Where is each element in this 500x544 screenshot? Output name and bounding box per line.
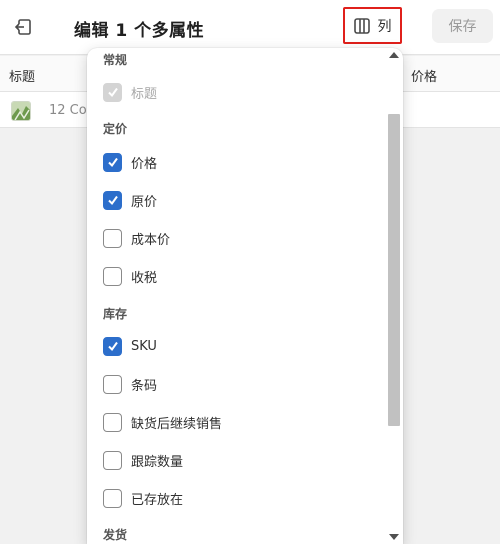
option-label: 标题 bbox=[131, 86, 158, 102]
section-shipping: 发货 bbox=[103, 528, 128, 542]
option-track-quantity[interactable]: 跟踪数量 bbox=[103, 448, 183, 472]
page-header: 编辑 1 个多属性 列 保存 bbox=[0, 0, 500, 55]
page-title: 编辑 1 个多属性 bbox=[74, 21, 205, 41]
option-label: 成本价 bbox=[131, 232, 171, 248]
scroll-up-arrow-icon[interactable] bbox=[389, 52, 399, 58]
checkbox-cost[interactable] bbox=[103, 228, 122, 248]
checkbox-price[interactable] bbox=[103, 152, 122, 172]
option-label: 原价 bbox=[131, 194, 158, 210]
column-header-price: 价格 bbox=[411, 70, 438, 85]
section-pricing: 定价 bbox=[103, 122, 128, 136]
option-compare-price[interactable]: 原价 bbox=[103, 188, 157, 212]
exit-icon bbox=[14, 19, 31, 35]
column-header-title: 标题 bbox=[9, 70, 36, 85]
checkbox-tax[interactable] bbox=[103, 266, 122, 286]
exit-button[interactable] bbox=[8, 12, 38, 42]
checkbox-sku[interactable] bbox=[103, 336, 122, 356]
section-inventory: 库存 bbox=[103, 307, 128, 321]
columns-icon bbox=[353, 17, 370, 34]
checkbox-barcode[interactable] bbox=[103, 374, 122, 394]
option-label: 已存放在 bbox=[131, 492, 184, 508]
checkbox-continue-selling[interactable] bbox=[103, 412, 122, 432]
columns-dropdown: 常规 标题 定价 价格 原价 成本价 收税 库存 SKU 条码 缺货后继续销售 … bbox=[87, 48, 403, 544]
columns-button-label: 列 bbox=[377, 18, 392, 35]
option-label: 收税 bbox=[131, 270, 158, 286]
option-label: SKU bbox=[131, 338, 157, 354]
check-icon bbox=[107, 195, 118, 206]
option-barcode[interactable]: 条码 bbox=[103, 372, 157, 396]
option-continue-selling[interactable]: 缺货后继续销售 bbox=[103, 410, 222, 434]
check-icon bbox=[107, 87, 118, 98]
option-label: 价格 bbox=[131, 156, 158, 172]
option-label: 缺货后继续销售 bbox=[131, 416, 223, 432]
checkbox-title[interactable] bbox=[103, 82, 122, 102]
scrollbar-thumb[interactable] bbox=[388, 114, 400, 426]
check-icon bbox=[107, 157, 118, 168]
scroll-down-arrow-icon[interactable] bbox=[389, 534, 399, 540]
save-button[interactable]: 保存 bbox=[432, 9, 493, 43]
columns-button[interactable]: 列 bbox=[343, 7, 402, 44]
checkbox-stocked[interactable] bbox=[103, 488, 122, 508]
option-cost[interactable]: 成本价 bbox=[103, 226, 170, 250]
option-title[interactable]: 标题 bbox=[103, 80, 157, 104]
checkbox-compare-price[interactable] bbox=[103, 190, 122, 210]
option-sku[interactable]: SKU bbox=[103, 334, 157, 358]
dropdown-scrollbar[interactable] bbox=[385, 48, 403, 544]
option-label: 跟踪数量 bbox=[131, 454, 184, 470]
check-icon bbox=[107, 341, 118, 352]
option-tax[interactable]: 收税 bbox=[103, 264, 157, 288]
option-label: 条码 bbox=[131, 378, 158, 394]
product-thumbnail bbox=[11, 101, 31, 121]
checkbox-track-quantity[interactable] bbox=[103, 450, 122, 470]
product-title: 12 Co bbox=[49, 103, 87, 118]
option-stocked[interactable]: 已存放在 bbox=[103, 486, 183, 510]
option-price[interactable]: 价格 bbox=[103, 150, 157, 174]
section-general: 常规 bbox=[103, 53, 128, 67]
